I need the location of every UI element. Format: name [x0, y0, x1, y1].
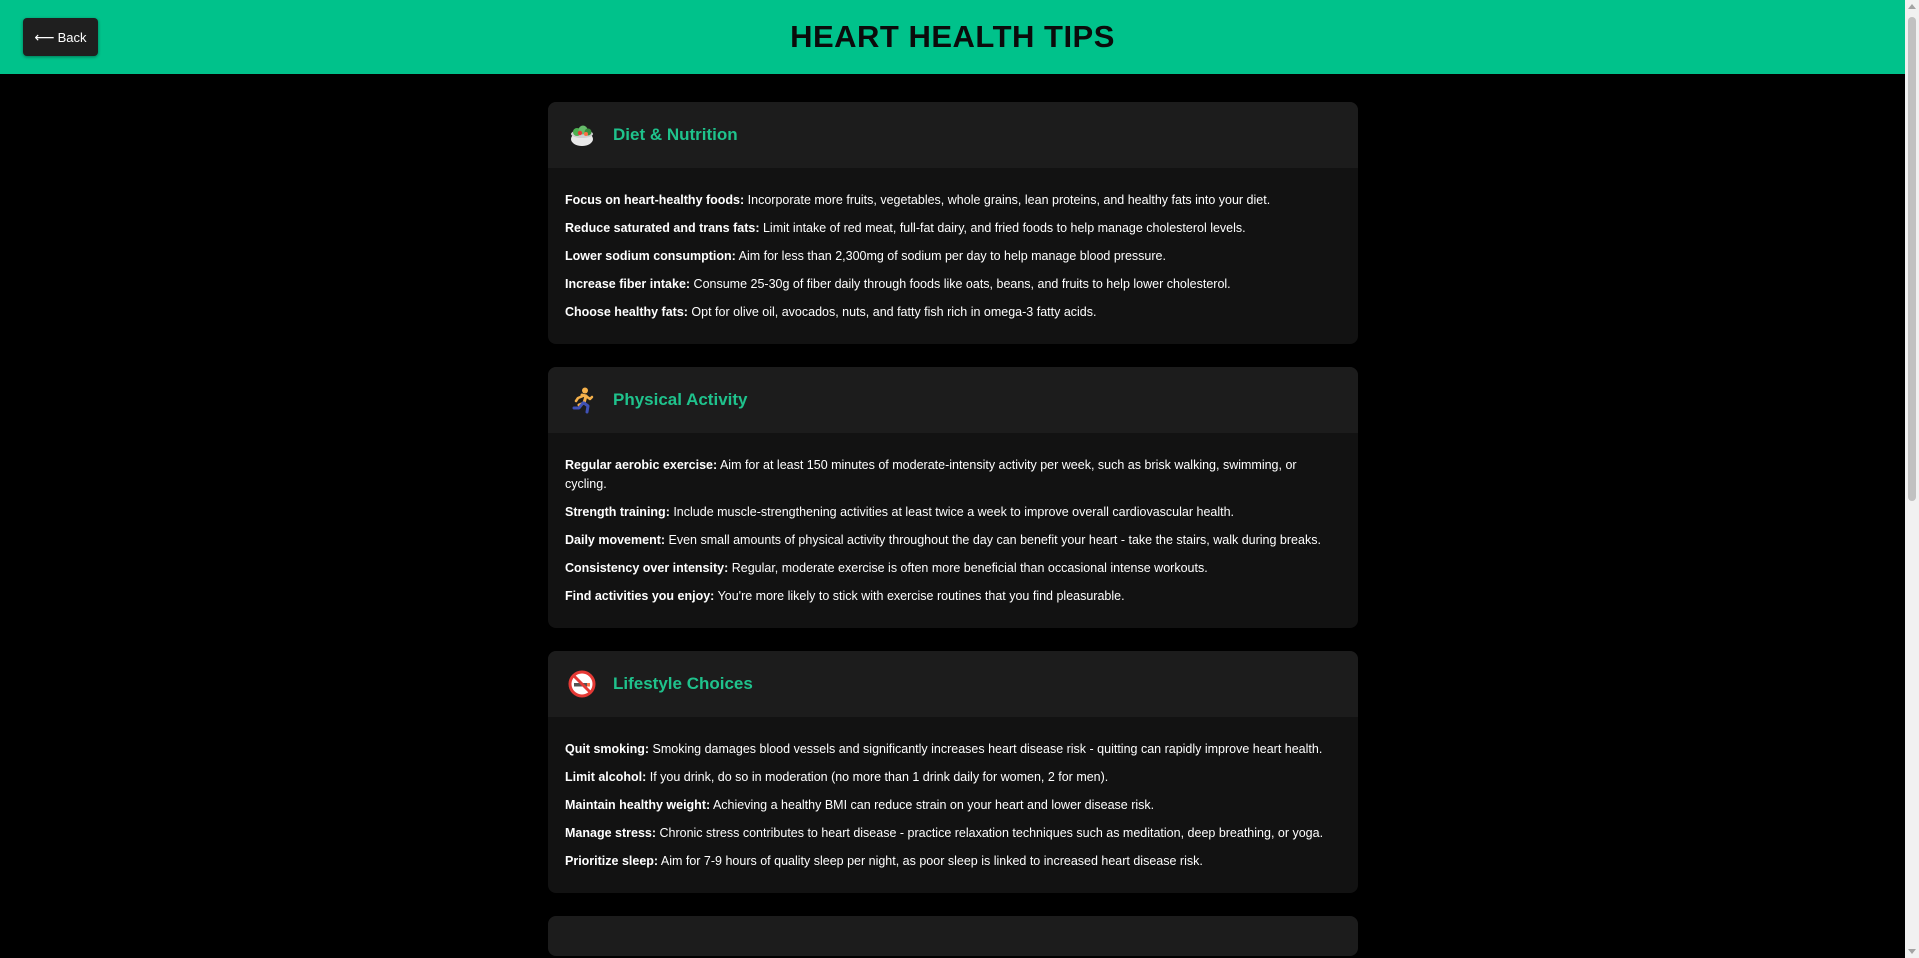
tip-text: Include muscle-strengthening activities …	[669, 505, 1235, 519]
tip-label: Choose healthy fats:	[565, 305, 688, 319]
section-body: Focus on heart-healthy foods: Incorporat…	[548, 168, 1358, 344]
tip-item: Strength training: Include muscle-streng…	[565, 503, 1341, 522]
tip-item: Consistency over intensity: Regular, mod…	[565, 559, 1341, 578]
section-header: Diet & Nutrition	[548, 102, 1358, 168]
page-title: HEART HEALTH TIPS	[790, 19, 1115, 54]
section-next-partial	[548, 916, 1358, 956]
tip-text: Regular, moderate exercise is often more…	[728, 561, 1208, 575]
tip-label: Manage stress:	[565, 826, 657, 840]
tip-item: Reduce saturated and trans fats: Limit i…	[565, 219, 1341, 238]
tip-item: Find activities you enjoy: You're more l…	[565, 587, 1341, 606]
tip-text: Consume 25-30g of fiber daily through fo…	[690, 277, 1231, 291]
tip-label: Focus on heart-healthy foods:	[565, 193, 745, 207]
tip-item: Prioritize sleep: Aim for 7-9 hours of q…	[565, 852, 1341, 871]
section-header: Physical Activity	[548, 367, 1358, 433]
tip-item: Limit alcohol: If you drink, do so in mo…	[565, 768, 1341, 787]
tip-item: Maintain healthy weight: Achieving a hea…	[565, 796, 1341, 815]
vertical-scrollbar[interactable]	[1905, 0, 1919, 958]
tip-item: Choose healthy fats: Opt for olive oil, …	[565, 303, 1341, 322]
tip-item: Manage stress: Chronic stress contribute…	[565, 824, 1341, 843]
tip-text: Chronic stress contributes to heart dise…	[656, 826, 1324, 840]
section-header: Lifestyle Choices	[548, 651, 1358, 717]
page: ⟵ Back HEART HEALTH TIPS Diet & Nutritio…	[0, 0, 1919, 958]
section-body: Regular aerobic exercise: Aim for at lea…	[548, 433, 1358, 628]
section-title: Diet & Nutrition	[613, 125, 738, 144]
tip-label: Find activities you enjoy:	[565, 589, 715, 603]
tip-label: Limit alcohol:	[565, 770, 647, 784]
section-title: Physical Activity	[613, 390, 748, 409]
tip-label: Strength training:	[565, 505, 670, 519]
tips-content: Diet & Nutrition Focus on heart-healthy …	[548, 102, 1358, 958]
tip-item: Lower sodium consumption: Aim for less t…	[565, 247, 1341, 266]
tip-label: Daily movement:	[565, 533, 666, 547]
section-body: Quit smoking: Smoking damages blood vess…	[548, 717, 1358, 893]
tip-text: Smoking damages blood vessels and signif…	[649, 742, 1323, 756]
tip-item: Regular aerobic exercise: Aim for at lea…	[565, 456, 1341, 494]
tip-label: Increase fiber intake:	[565, 277, 691, 291]
scroll-down-icon[interactable]	[1908, 949, 1916, 954]
tip-label: Consistency over intensity:	[565, 561, 729, 575]
section-diet-nutrition: Diet & Nutrition Focus on heart-healthy …	[548, 102, 1358, 344]
no-smoking-icon	[568, 670, 596, 698]
scroll-up-icon[interactable]	[1908, 4, 1916, 9]
tip-label: Quit smoking:	[565, 742, 650, 756]
section-title: Lifestyle Choices	[613, 674, 753, 693]
tip-label: Maintain healthy weight:	[565, 798, 711, 812]
tip-text: You're more likely to stick with exercis…	[714, 589, 1125, 603]
tip-text: Opt for olive oil, avocados, nuts, and f…	[687, 305, 1097, 319]
tip-label: Prioritize sleep:	[565, 854, 659, 868]
tip-label: Regular aerobic exercise:	[565, 458, 718, 472]
top-bar: ⟵ Back HEART HEALTH TIPS	[0, 0, 1905, 74]
section-lifestyle-choices: Lifestyle Choices Quit smoking: Smoking …	[548, 651, 1358, 893]
tip-item: Quit smoking: Smoking damages blood vess…	[565, 740, 1341, 759]
tip-text: Limit intake of red meat, full-fat dairy…	[759, 221, 1246, 235]
salad-icon	[568, 121, 596, 149]
tip-text: Aim for 7-9 hours of quality sleep per n…	[658, 854, 1203, 868]
tip-text: Aim for less than 2,300mg of sodium per …	[735, 249, 1166, 263]
running-person-icon	[568, 386, 596, 414]
tip-item: Increase fiber intake: Consume 25-30g of…	[565, 275, 1341, 294]
tip-label: Lower sodium consumption:	[565, 249, 736, 263]
tip-item: Focus on heart-healthy foods: Incorporat…	[565, 191, 1341, 210]
tip-text: Even small amounts of physical activity …	[665, 533, 1321, 547]
section-physical-activity: Physical Activity Regular aerobic exerci…	[548, 367, 1358, 628]
tip-text: Incorporate more fruits, vegetables, who…	[744, 193, 1271, 207]
tip-text: Achieving a healthy BMI can reduce strai…	[710, 798, 1155, 812]
tip-text: If you drink, do so in moderation (no mo…	[646, 770, 1109, 784]
scrollbar-thumb[interactable]	[1908, 17, 1916, 501]
tip-item: Daily movement: Even small amounts of ph…	[565, 531, 1341, 550]
tip-label: Reduce saturated and trans fats:	[565, 221, 760, 235]
